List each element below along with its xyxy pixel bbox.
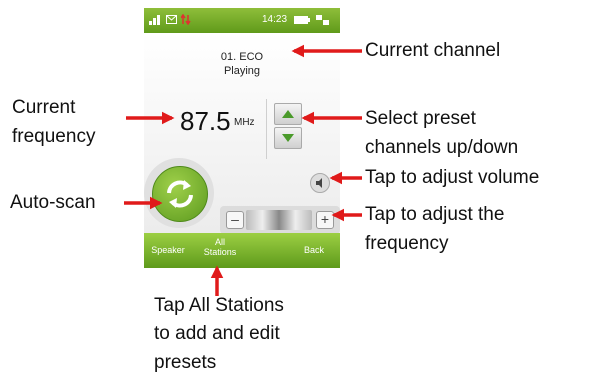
label-all-stations-line3: presets [154,352,217,373]
label-adjust-line2: frequency [365,233,449,254]
label-volume: Tap to adjust volume [365,167,540,188]
label-all-stations-line1: Tap All Stations [154,295,284,316]
label-all-stations-line2: to add and edit [154,323,280,344]
label-autoscan: Auto-scan [10,192,96,213]
label-preset-line1: Select preset [365,108,476,129]
label-current-channel: Current channel [365,40,501,61]
label-adjust-line1: Tap to adjust the [365,204,505,225]
label-preset-line2: channels up/down [365,137,519,158]
label-current-frequency-line1: Current [12,97,76,118]
label-current-frequency-line2: frequency [12,126,96,147]
